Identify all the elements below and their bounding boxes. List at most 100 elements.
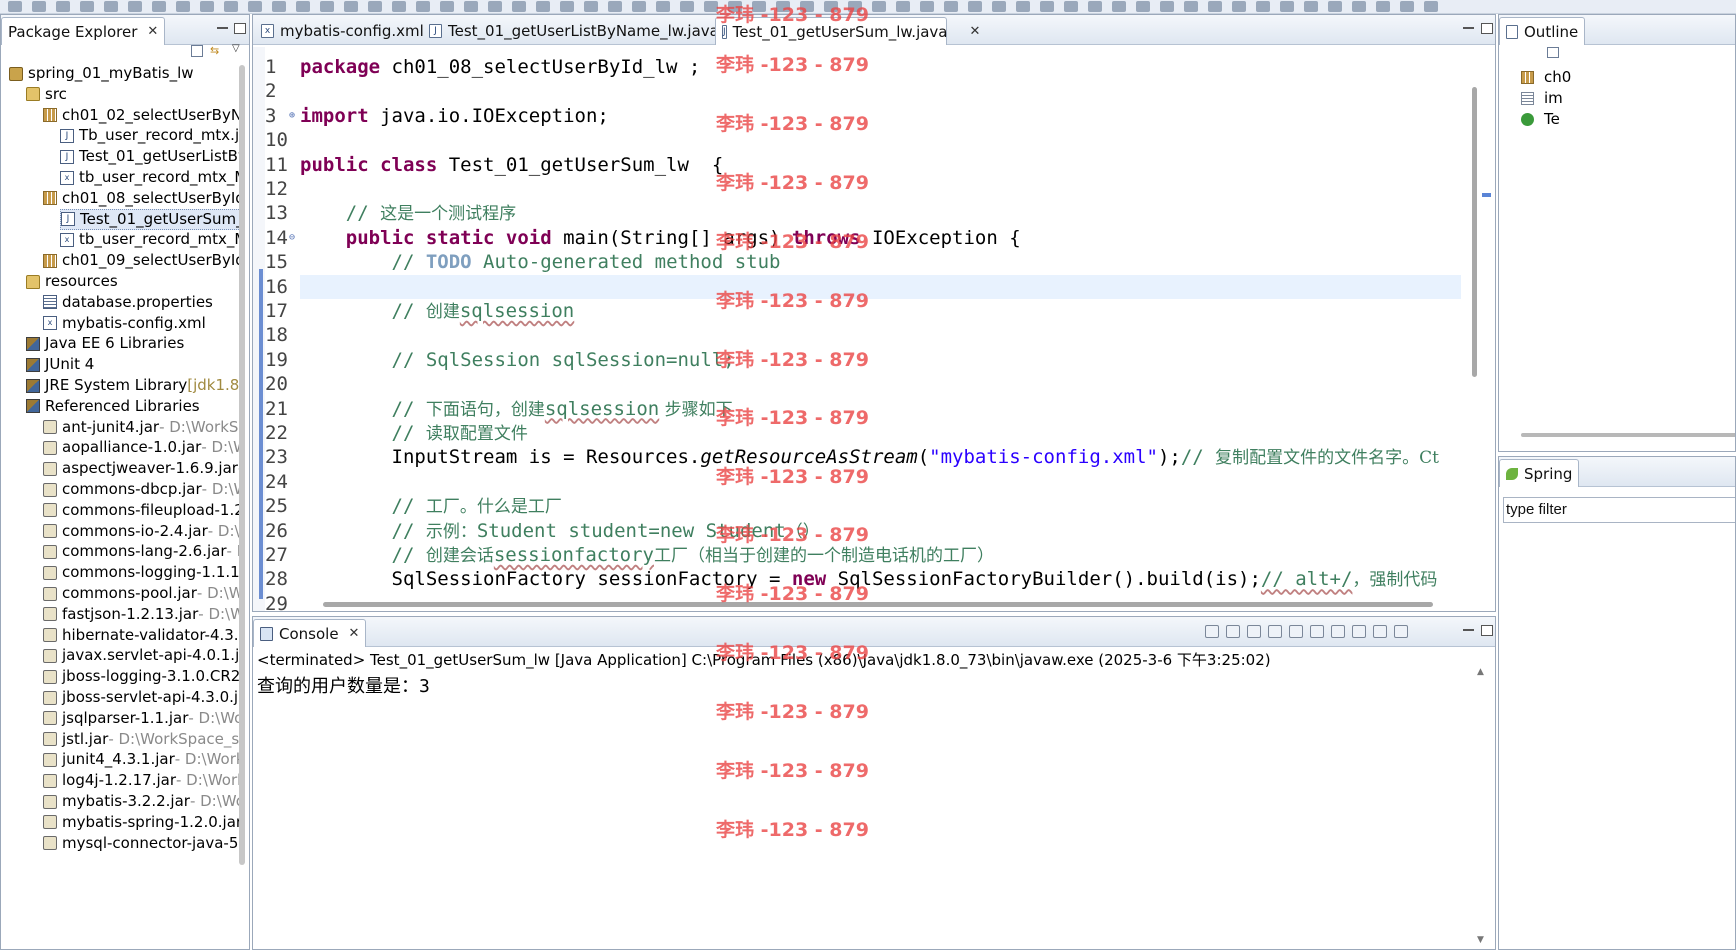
- tree-item[interactable]: ch01_09_selectUserById_: [43, 250, 239, 271]
- code-line[interactable]: 27 // 创建会话sessionfactory工厂（相当于创建的一个制造电话机…: [253, 543, 1495, 567]
- tree-item[interactable]: ant-junit4.jar - D:\WorkSp: [43, 417, 239, 438]
- tree-item[interactable]: log4j-1.2.17.jar - D:\Work: [43, 770, 239, 791]
- tree-item[interactable]: spring_01_myBatis_lw: [9, 63, 194, 84]
- tab-spring[interactable]: Spring: [1499, 459, 1580, 487]
- tree-item[interactable]: commons-dbcp.jar - D:\W: [43, 479, 239, 500]
- toolbar-button[interactable]: [1184, 1, 1198, 12]
- tree-item[interactable]: jboss-logging-3.1.0.CR2.j: [43, 666, 239, 687]
- code-line[interactable]: 16: [253, 275, 1495, 299]
- toolbar-button[interactable]: [1232, 1, 1246, 12]
- tree-item[interactable]: database.properties: [43, 292, 213, 313]
- word-wrap-icon[interactable]: [1310, 625, 1324, 638]
- toolbar-button[interactable]: [464, 1, 478, 12]
- show-on-output-icon[interactable]: [1331, 625, 1345, 638]
- tab-console[interactable]: Console ✕: [253, 619, 367, 647]
- toolbar-button[interactable]: [320, 1, 334, 12]
- remove-launch-icon[interactable]: [1226, 625, 1240, 638]
- tree-item[interactable]: x tb_user_record_mtx_M: [60, 167, 239, 188]
- code-line[interactable]: 20: [253, 372, 1495, 396]
- view-menu-icon[interactable]: ▽: [232, 43, 240, 54]
- toolbar-button[interactable]: [344, 1, 358, 12]
- toolbar-button[interactable]: [896, 1, 910, 12]
- toolbar-button[interactable]: [128, 1, 142, 12]
- code-line[interactable]: 19 // SqlSession sqlSession=null;: [253, 348, 1495, 372]
- editor-minimize-icon[interactable]: [1463, 27, 1474, 29]
- toolbar-button[interactable]: [752, 1, 766, 12]
- scroll-lock-icon[interactable]: [1289, 625, 1303, 638]
- code-line[interactable]: 28 SqlSessionFactory sessionFactory = ne…: [253, 567, 1495, 591]
- toolbar-button[interactable]: [992, 1, 1006, 12]
- tree-item[interactable]: commons-io-2.4.jar - D:\: [43, 521, 239, 542]
- tree-item[interactable]: aopalliance-1.0.jar - D:\W: [43, 437, 239, 458]
- tree-item[interactable]: jboss-servlet-api-4.3.0.jar: [43, 687, 239, 708]
- tree-item[interactable]: commons-fileupload-1.2.: [43, 500, 239, 521]
- toolbar-button[interactable]: [80, 1, 94, 12]
- tree-item[interactable]: mybatis-spring-1.2.0.jar -: [43, 812, 239, 833]
- tree-item[interactable]: jstl.jar - D:\WorkSpace_sp: [43, 729, 239, 750]
- code-line[interactable]: 2: [253, 79, 1495, 103]
- terminate-icon[interactable]: [1205, 625, 1219, 638]
- tree-item[interactable]: Java EE 6 Libraries: [26, 333, 184, 354]
- toolbar-button[interactable]: [632, 1, 646, 12]
- code-line[interactable]: 24: [253, 470, 1495, 494]
- outline-collapse-icon[interactable]: [1547, 47, 1559, 58]
- overview-ruler-mark[interactable]: [1482, 193, 1491, 197]
- tree-item[interactable]: mysql-connector-java-5.1: [43, 833, 239, 854]
- tree-item[interactable]: jsqlparser-1.1.jar - D:\Wo: [43, 708, 239, 729]
- toolbar-button[interactable]: [1112, 1, 1126, 12]
- toolbar-button[interactable]: [536, 1, 550, 12]
- code-line[interactable]: 11 public class Test_01_getUserSum_lw {: [253, 153, 1495, 177]
- toolbar-button[interactable]: [560, 1, 574, 12]
- tree-item[interactable]: ch01_02_selectUserByNar: [43, 105, 239, 126]
- toolbar-button[interactable]: [1040, 1, 1054, 12]
- toolbar-button[interactable]: [1088, 1, 1102, 12]
- toolbar-button[interactable]: [152, 1, 166, 12]
- code-line[interactable]: 3 ⊕ import java.io.IOException;: [253, 104, 1495, 128]
- toolbar-button[interactable]: [512, 1, 526, 12]
- type-filter-input[interactable]: type filter: [1503, 497, 1735, 523]
- remove-all-icon[interactable]: [1247, 625, 1261, 638]
- outline-item[interactable]: im: [1521, 88, 1563, 109]
- toolbar-button[interactable]: [968, 1, 982, 12]
- toolbar-button[interactable]: [368, 1, 382, 12]
- editor-vertical-scrollbar[interactable]: [1472, 87, 1477, 377]
- tree-item[interactable]: fastjson-1.2.13.jar - D:\Wo: [43, 604, 239, 625]
- package-explorer-scrollbar[interactable]: [239, 65, 245, 865]
- tree-item[interactable]: JUnit 4: [26, 354, 94, 375]
- tree-item[interactable]: J Test_01_getUserSum_: [60, 208, 239, 230]
- tree-item[interactable]: x mybatis-config.xml: [43, 313, 206, 334]
- tree-item[interactable]: ch01_08_selectUserById_: [43, 188, 239, 209]
- console-minimize-icon[interactable]: [1463, 629, 1474, 631]
- toolbar-button[interactable]: [272, 1, 286, 12]
- toolbar-button[interactable]: [1400, 1, 1414, 12]
- toolbar-button[interactable]: [104, 1, 118, 12]
- scroll-up-icon[interactable]: ▲: [1477, 667, 1484, 677]
- toolbar-button[interactable]: [200, 1, 214, 12]
- tree-item[interactable]: src: [26, 84, 67, 105]
- code-line[interactable]: 23 InputStream is = Resources.getResourc…: [253, 445, 1495, 469]
- toolbar-button[interactable]: [680, 1, 694, 12]
- toolbar-button[interactable]: [944, 1, 958, 12]
- toolbar-button[interactable]: [1256, 1, 1270, 12]
- tree-item[interactable]: commons-lang-2.6.jar - D: [43, 541, 239, 562]
- editor-maximize-icon[interactable]: [1481, 23, 1493, 34]
- toolbar-button[interactable]: [728, 1, 742, 12]
- toolbar-button[interactable]: [8, 1, 22, 12]
- pin-console-icon[interactable]: [1352, 625, 1366, 638]
- toolbar-button[interactable]: [440, 1, 454, 12]
- toolbar-button[interactable]: [56, 1, 70, 12]
- maximize-icon[interactable]: [234, 23, 246, 34]
- code-line[interactable]: 15 // TODO Auto-generated method stub: [253, 250, 1495, 274]
- console-output[interactable]: 查询的用户数量是：3: [257, 674, 430, 700]
- toolbar-button[interactable]: [656, 1, 670, 12]
- tree-item[interactable]: resources: [26, 271, 118, 292]
- code-line[interactable]: 14 ⊖ public static void main(String[] arg…: [253, 226, 1495, 250]
- code-line[interactable]: 18: [253, 323, 1495, 347]
- close-icon[interactable]: ✕: [147, 24, 158, 39]
- toolbar-button[interactable]: [920, 1, 934, 12]
- toolbar-button[interactable]: [1016, 1, 1030, 12]
- toolbar-button[interactable]: [704, 1, 718, 12]
- tree-item[interactable]: javax.servlet-api-4.0.1.jar: [43, 645, 239, 666]
- code-line[interactable]: 22 // 读取配置文件: [253, 421, 1495, 445]
- toolbar-button[interactable]: [608, 1, 622, 12]
